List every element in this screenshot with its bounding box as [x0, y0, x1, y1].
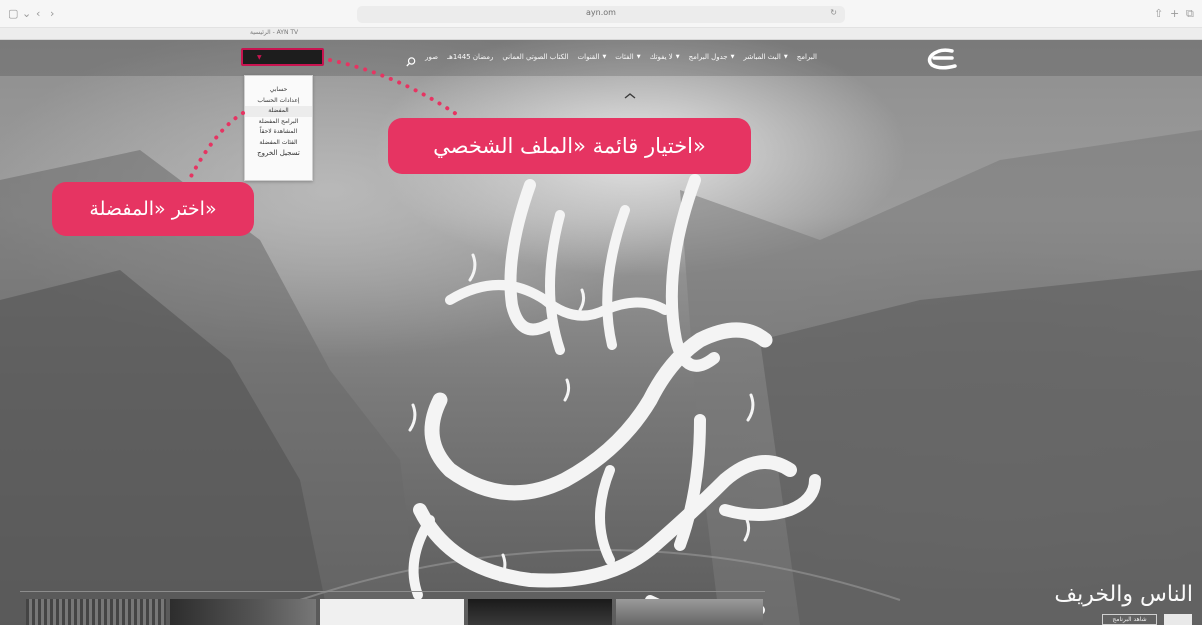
callout-connectors [186, 58, 464, 184]
thumbnail-2[interactable] [170, 599, 316, 625]
channel-logo-icon [1164, 614, 1192, 625]
callout-profile-menu: اختيار قائمة «الملف الشخصي» [388, 118, 751, 174]
thumbnail-4[interactable] [468, 599, 612, 625]
connector-profile [328, 58, 464, 120]
thumbnail-5[interactable] [616, 599, 763, 625]
show-title: الناس والخريف [1054, 582, 1193, 607]
thumbnail-1[interactable] [26, 599, 166, 625]
connector-favorites [186, 111, 245, 184]
callout-favorites: اختر «المفضلة» [52, 182, 254, 236]
watch-program-button[interactable]: شاهد البرنامج [1102, 614, 1157, 625]
thumbnail-3[interactable] [320, 599, 464, 625]
